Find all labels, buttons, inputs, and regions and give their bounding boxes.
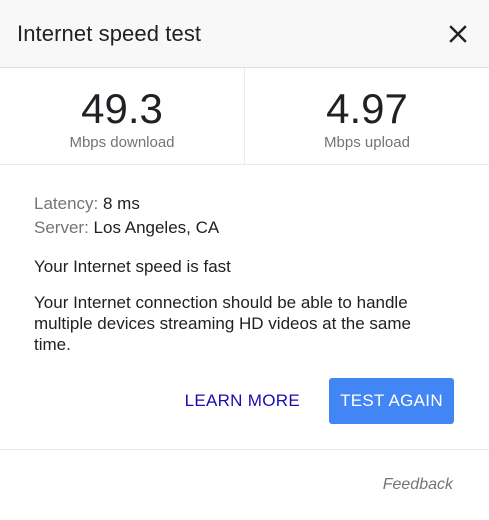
learn-more-button[interactable]: LEARN MORE bbox=[185, 379, 300, 423]
server-row: Server: Los Angeles, CA bbox=[34, 217, 455, 241]
speed-test-dialog: Internet speed test 49.3 Mbps download 4… bbox=[0, 0, 489, 520]
upload-label: Mbps upload bbox=[324, 134, 410, 151]
download-result: 49.3 Mbps download bbox=[0, 68, 244, 164]
dialog-header: Internet speed test bbox=[0, 0, 489, 68]
latency-value: 8 ms bbox=[103, 194, 140, 213]
speed-results: 49.3 Mbps download 4.97 Mbps upload bbox=[0, 68, 489, 165]
dialog-title: Internet speed test bbox=[17, 20, 202, 46]
download-value: 49.3 bbox=[81, 85, 163, 132]
speed-summary: Your Internet speed is fast bbox=[34, 257, 231, 276]
server-value: Los Angeles, CA bbox=[93, 218, 220, 237]
latency-row: Latency: 8 ms bbox=[34, 193, 455, 217]
speed-description: Your Internet connection should be able … bbox=[34, 293, 411, 354]
dialog-footer: Feedback bbox=[0, 449, 489, 520]
upload-result: 4.97 Mbps upload bbox=[244, 68, 489, 164]
feedback-link[interactable]: Feedback bbox=[383, 476, 453, 494]
test-details: Latency: 8 ms Server: Los Angeles, CA Yo… bbox=[0, 165, 489, 355]
test-again-button[interactable]: TEST AGAIN bbox=[329, 378, 454, 424]
download-label: Mbps download bbox=[69, 134, 175, 151]
dialog-actions: LEARN MORE TEST AGAIN bbox=[185, 378, 454, 424]
server-label: Server: bbox=[34, 218, 89, 237]
latency-label: Latency: bbox=[34, 194, 99, 213]
upload-value: 4.97 bbox=[326, 85, 408, 132]
close-button[interactable] bbox=[445, 21, 471, 47]
close-icon bbox=[449, 24, 467, 43]
